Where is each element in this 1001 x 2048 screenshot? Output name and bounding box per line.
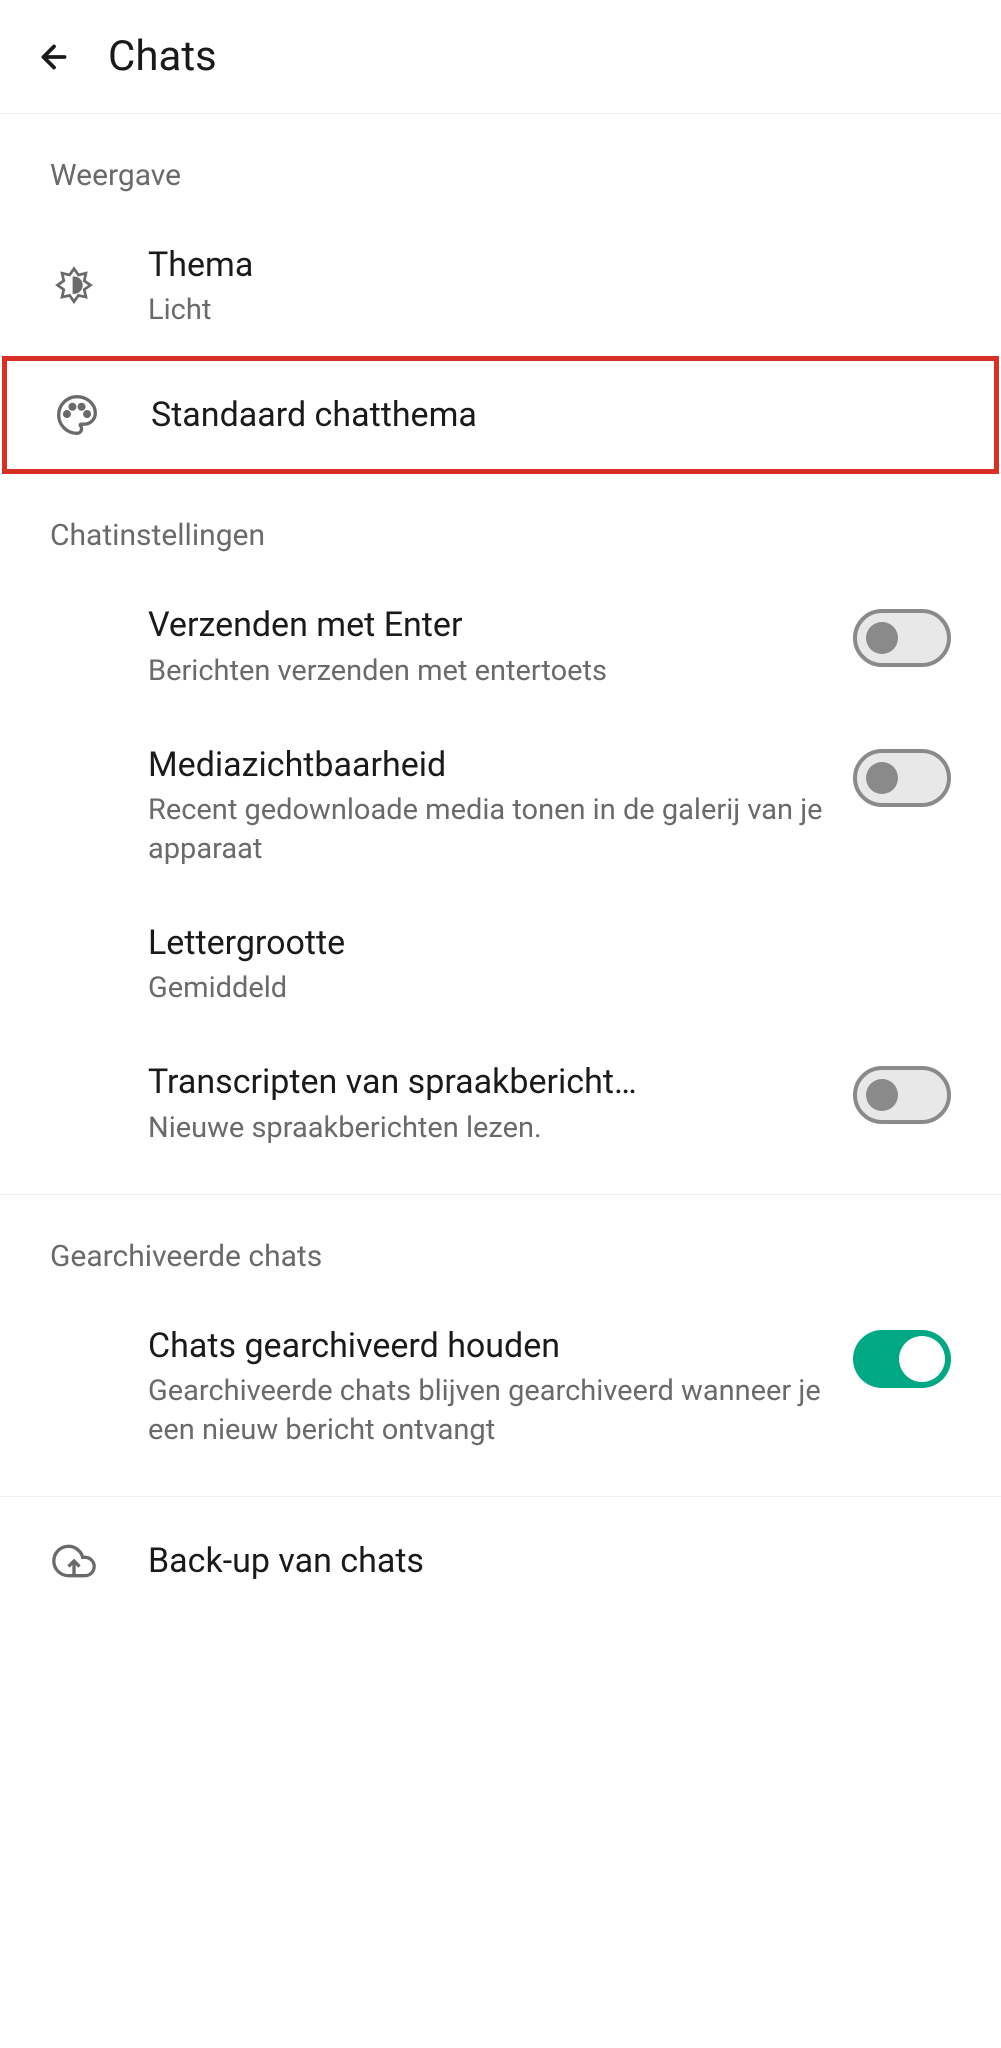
enter-to-send-setting[interactable]: Verzenden met Enter Berichten verzenden … xyxy=(0,577,1001,716)
voice-transcripts-setting[interactable]: Transcripten van spraakbericht… Nieuwe s… xyxy=(0,1034,1001,1173)
default-chat-theme-title: Standaard chatthema xyxy=(151,393,948,437)
keep-archived-title: Chats gearchiveerd houden xyxy=(148,1324,833,1368)
default-chat-theme-setting[interactable]: Standaard chatthema xyxy=(7,361,994,469)
media-visibility-toggle[interactable] xyxy=(853,749,951,807)
enter-to-send-subtitle: Berichten verzenden met entertoets xyxy=(148,652,833,691)
theme-subtitle: Licht xyxy=(148,291,951,330)
theme-content: Thema Licht xyxy=(148,243,951,330)
enter-to-send-toggle[interactable] xyxy=(853,609,951,667)
voice-transcripts-title: Transcripten van spraakbericht… xyxy=(148,1060,833,1104)
media-visibility-setting[interactable]: Mediazichtbaarheid Recent gedownloade me… xyxy=(0,717,1001,895)
archived-chats-section: Gearchiveerde chats Chats gearchiveerd h… xyxy=(0,1195,1001,1476)
theme-setting[interactable]: Thema Licht xyxy=(0,217,1001,356)
enter-to-send-title: Verzenden met Enter xyxy=(148,603,833,647)
backup-content: Back-up van chats xyxy=(148,1539,951,1583)
section-header-archived: Gearchiveerde chats xyxy=(0,1195,1001,1298)
media-visibility-content: Mediazichtbaarheid Recent gedownloade me… xyxy=(148,743,853,869)
highlighted-item: Standaard chatthema xyxy=(2,356,999,474)
back-button[interactable] xyxy=(36,39,72,75)
default-chat-theme-content: Standaard chatthema xyxy=(151,393,948,437)
page-title: Chats xyxy=(108,32,217,81)
keep-archived-content: Chats gearchiveerd houden Gearchiveerde … xyxy=(148,1324,853,1450)
font-size-content: Lettergrootte Gemiddeld xyxy=(148,921,951,1008)
font-size-title: Lettergrootte xyxy=(148,921,931,965)
voice-transcripts-content: Transcripten van spraakbericht… Nieuwe s… xyxy=(148,1060,853,1147)
media-visibility-title: Mediazichtbaarheid xyxy=(148,743,833,787)
font-size-setting[interactable]: Lettergrootte Gemiddeld xyxy=(0,895,1001,1034)
backup-section: Back-up van chats xyxy=(0,1497,1001,1611)
font-size-subtitle: Gemiddeld xyxy=(148,969,931,1008)
section-header-display: Weergave xyxy=(0,114,1001,217)
backup-title: Back-up van chats xyxy=(148,1539,951,1583)
voice-transcripts-toggle[interactable] xyxy=(853,1066,951,1124)
theme-title: Thema xyxy=(148,243,951,287)
brightness-icon xyxy=(50,263,98,311)
keep-archived-subtitle: Gearchiveerde chats blijven gearchiveerd… xyxy=(148,1372,833,1450)
backup-setting[interactable]: Back-up van chats xyxy=(0,1497,1001,1611)
keep-archived-setting[interactable]: Chats gearchiveerd houden Gearchiveerde … xyxy=(0,1298,1001,1476)
arrow-left-icon xyxy=(36,37,72,77)
keep-archived-toggle[interactable] xyxy=(853,1330,951,1388)
media-visibility-subtitle: Recent gedownloade media tonen in de gal… xyxy=(148,791,833,869)
section-header-chat-settings: Chatinstellingen xyxy=(0,474,1001,577)
cloud-upload-icon xyxy=(50,1537,98,1585)
voice-transcripts-subtitle: Nieuwe spraakberichten lezen. xyxy=(148,1109,833,1148)
header: Chats xyxy=(0,0,1001,114)
display-section: Weergave Thema Licht xyxy=(0,114,1001,474)
enter-to-send-content: Verzenden met Enter Berichten verzenden … xyxy=(148,603,853,690)
chat-settings-section: Chatinstellingen Verzenden met Enter Ber… xyxy=(0,474,1001,1173)
palette-icon xyxy=(53,391,101,439)
